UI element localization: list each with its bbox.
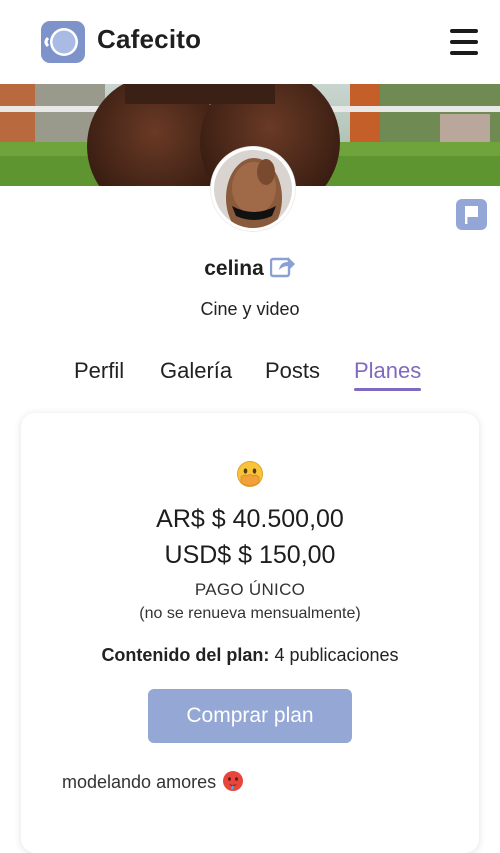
- price-usd: USD$ $ 150,00: [164, 541, 336, 569]
- buy-plan-button[interactable]: Comprar plan: [148, 689, 352, 743]
- plan-description: modelando amores: [62, 770, 244, 797]
- tab-label: Perfil: [74, 358, 125, 383]
- plan-content-label: Contenido del plan:: [101, 645, 270, 665]
- profile-category: Cine y video: [200, 299, 300, 319]
- tab-label: Galería: [160, 358, 233, 383]
- tab-galeria[interactable]: Galería: [160, 358, 232, 384]
- profile-tabs: Perfil Galería Posts Planes: [0, 358, 500, 394]
- renewal-note: (no se renueva mensualmente): [139, 605, 361, 622]
- hot-face-emoji: [222, 770, 244, 797]
- tab-posts[interactable]: Posts: [265, 358, 320, 384]
- hamburger-menu-icon[interactable]: [450, 29, 478, 55]
- app-header: Cafecito: [0, 0, 500, 84]
- plan-content-value: 4 publicaciones: [274, 645, 399, 665]
- payment-type: PAGO ÚNICO: [194, 580, 306, 599]
- profile-username: celina: [0, 254, 500, 284]
- report-flag-button[interactable]: [456, 199, 487, 230]
- share-icon[interactable]: [269, 254, 296, 284]
- plan-content: Contenido del plan: 4 publicaciones: [0, 645, 500, 666]
- plan-description-text: modelando amores: [62, 772, 217, 792]
- tab-planes[interactable]: Planes: [354, 358, 422, 391]
- brand-name[interactable]: Cafecito: [97, 24, 201, 55]
- cafecito-logo-icon[interactable]: [41, 21, 85, 63]
- tab-perfil[interactable]: Perfil: [74, 358, 124, 384]
- tab-label: Planes: [354, 358, 422, 383]
- flag-icon: [465, 206, 478, 224]
- avatar[interactable]: [211, 147, 295, 231]
- price-ars: AR$ $ 40.500,00: [156, 505, 344, 533]
- tab-label: Posts: [265, 358, 321, 383]
- face-with-hand-over-mouth-emoji: [0, 460, 500, 493]
- username-text: celina: [204, 257, 264, 280]
- active-tab-underline: [354, 388, 422, 391]
